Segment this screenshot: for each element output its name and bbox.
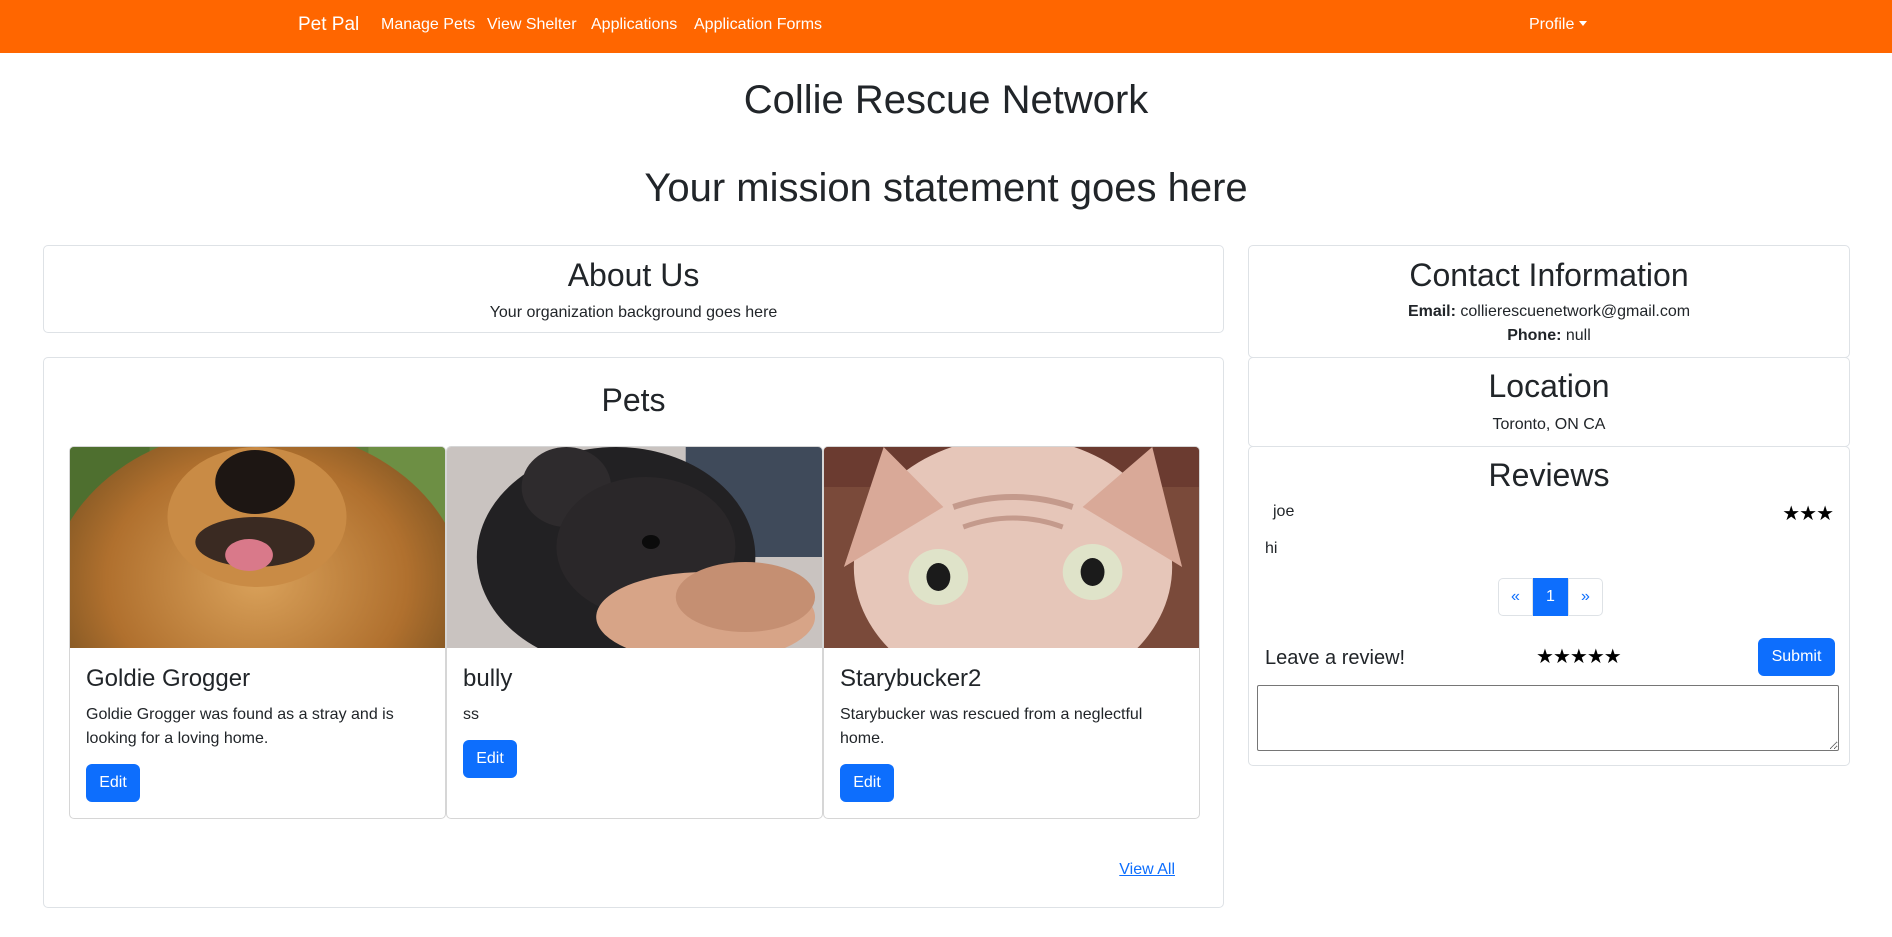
star-icon: ★ (1782, 503, 1800, 525)
chevron-down-icon (1579, 21, 1588, 26)
pet-name: Starybucker2 (840, 665, 982, 692)
pets-title: Pets (601, 382, 666, 418)
star-icon[interactable]: ★ (1553, 646, 1571, 668)
pet-photo-cat (824, 447, 1199, 648)
email-value: collierescuenetwork@gmail.com (1460, 303, 1691, 320)
review-textarea[interactable] (1257, 685, 1839, 751)
nav-view-shelter[interactable]: View Shelter (487, 16, 577, 34)
profile-label: Profile (1529, 16, 1575, 33)
review-rating-stars: ★★★ (1782, 501, 1834, 526)
navbar: Pet Pal Manage Pets View Shelter Applica… (0, 0, 1892, 53)
submit-review-button[interactable]: Submit (1758, 638, 1835, 676)
pagination-next[interactable]: » (1568, 578, 1603, 616)
pet-card: bully ss Edit (446, 446, 823, 819)
edit-pet-button[interactable]: Edit (86, 764, 140, 802)
contact-phone-line: Phone: null (1249, 327, 1849, 345)
edit-pet-button[interactable]: Edit (840, 764, 894, 802)
phone-value: null (1565, 327, 1591, 344)
pet-description: Goldie Grogger was found as a stray and … (86, 706, 394, 747)
pet-photo-puppy (447, 447, 822, 648)
edit-pet-button[interactable]: Edit (463, 740, 517, 778)
nav-manage-pets[interactable]: Manage Pets (381, 16, 475, 34)
rating-input-stars[interactable]: ★★★★★ (1536, 644, 1622, 669)
leave-review-label: Leave a review! (1265, 647, 1406, 669)
brand-link[interactable]: Pet Pal (298, 14, 359, 36)
pet-card: Goldie Grogger Goldie Grogger was found … (69, 446, 446, 819)
email-label: Email: (1407, 303, 1456, 320)
location-title: Location (1488, 368, 1610, 404)
contact-card: Contact Information Email: collierescuen… (1248, 245, 1850, 358)
review-author: joe (1273, 503, 1295, 520)
reviews-title: Reviews (1488, 457, 1610, 493)
pet-description: ss (463, 706, 479, 723)
mission-statement: Your mission statement goes here (644, 166, 1248, 210)
nav-application-forms[interactable]: Application Forms (694, 16, 822, 34)
reviews-card: Reviews joe ★★★ hi « 1 » Leave a review!… (1248, 446, 1850, 766)
about-card: About Us Your organization background go… (43, 245, 1224, 333)
star-icon[interactable]: ★ (1604, 646, 1622, 668)
contact-title: Contact Information (1409, 257, 1689, 293)
location-text: Toronto, ON CA (1492, 416, 1606, 433)
review-pagination: « 1 » (1498, 578, 1603, 616)
star-icon: ★ (1799, 503, 1817, 525)
pagination-page[interactable]: 1 (1533, 578, 1568, 616)
pet-card: Starybucker2 Starybucker was rescued fro… (823, 446, 1200, 819)
star-icon[interactable]: ★ (1536, 646, 1554, 668)
about-text: Your organization background goes here (489, 304, 778, 321)
shelter-name: Collie Rescue Network (743, 78, 1149, 122)
view-all-link[interactable]: View All (1119, 861, 1175, 879)
star-icon: ★ (1816, 503, 1834, 525)
profile-dropdown[interactable]: Profile (1529, 16, 1588, 34)
contact-email-line: Email: collierescuenetwork@gmail.com (1249, 303, 1849, 321)
phone-label: Phone: (1507, 327, 1562, 344)
pet-description: Starybucker was rescued from a neglectfu… (840, 706, 1143, 747)
pagination-prev[interactable]: « (1498, 578, 1533, 616)
star-icon[interactable]: ★ (1570, 646, 1588, 668)
location-card: Location Toronto, ON CA (1248, 357, 1850, 447)
about-title: About Us (567, 257, 700, 293)
pets-card: Pets Goldie Grogger Goldie Grogger was f… (43, 357, 1224, 908)
review-text: hi (1265, 540, 1278, 557)
star-icon[interactable]: ★ (1587, 646, 1605, 668)
nav-applications[interactable]: Applications (591, 16, 677, 34)
pet-name: bully (463, 665, 513, 692)
pet-name: Goldie Grogger (86, 665, 251, 692)
pet-photo-dog (70, 447, 445, 648)
